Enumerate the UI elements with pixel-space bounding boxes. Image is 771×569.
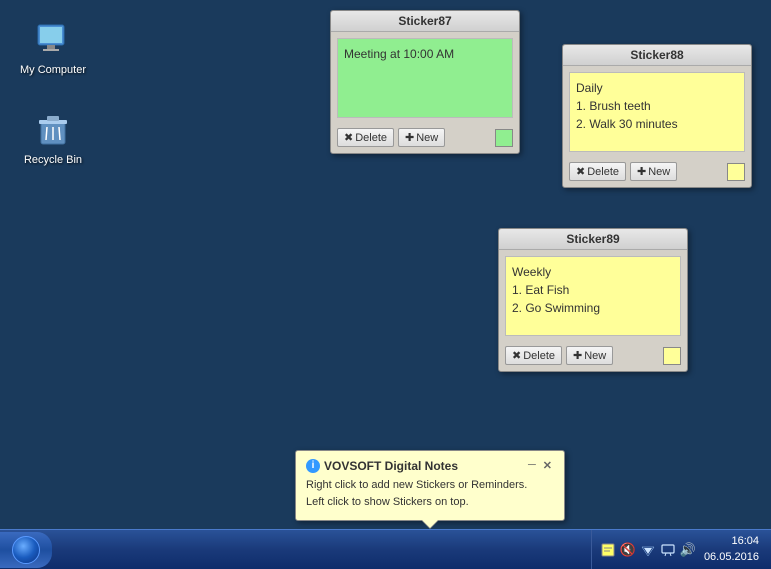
delete-icon: ✖ bbox=[512, 349, 521, 362]
sticker89-delete-button[interactable]: ✖ Delete bbox=[505, 346, 562, 365]
sticker88-delete-button[interactable]: ✖ Delete bbox=[569, 162, 626, 181]
tooltip-body: Right click to add new Stickers or Remin… bbox=[306, 477, 554, 512]
new-label: New bbox=[648, 166, 670, 178]
delete-label: Delete bbox=[587, 166, 619, 178]
clock-time: 16:04 bbox=[704, 534, 759, 549]
sticker89-window: Sticker89 Weekly 1. Eat Fish 2. Go Swimm… bbox=[498, 228, 688, 372]
recycle-bin-image bbox=[33, 110, 73, 150]
volume-icon[interactable]: 🔊 bbox=[680, 542, 696, 558]
tooltip-line2: Left click to show Stickers on top. bbox=[306, 494, 554, 512]
sticker89-text: Weekly 1. Eat Fish 2. Go Swimming bbox=[512, 265, 600, 315]
start-button[interactable] bbox=[0, 532, 52, 568]
delete-label: Delete bbox=[523, 350, 555, 362]
sticker89-new-button[interactable]: ✚ New bbox=[566, 346, 613, 365]
sticker88-footer: ✖ Delete ✚ New bbox=[563, 158, 751, 187]
delete-label: Delete bbox=[355, 132, 387, 144]
sticker89-color-swatch[interactable] bbox=[663, 347, 681, 365]
delete-icon: ✖ bbox=[576, 165, 585, 178]
tooltip-title-text: VOVSOFT Digital Notes bbox=[324, 459, 458, 473]
monitor-icon[interactable] bbox=[660, 542, 676, 558]
sticker89-content-area[interactable]: Weekly 1. Eat Fish 2. Go Swimming bbox=[505, 256, 681, 336]
network-icon[interactable] bbox=[640, 542, 656, 558]
sticker88-content-area[interactable]: Daily 1. Brush teeth 2. Walk 30 minutes bbox=[569, 72, 745, 152]
my-computer-image bbox=[33, 20, 73, 60]
new-label: New bbox=[584, 350, 606, 362]
tooltip-title-left: i VOVSOFT Digital Notes bbox=[306, 459, 458, 473]
new-icon: ✚ bbox=[637, 165, 646, 178]
clock-date: 06.05.2016 bbox=[704, 550, 759, 565]
sticker87-new-button[interactable]: ✚ New bbox=[398, 128, 445, 147]
new-icon: ✚ bbox=[573, 349, 582, 362]
sticker88-title[interactable]: Sticker88 bbox=[563, 45, 751, 66]
info-icon: i bbox=[306, 459, 320, 473]
sticker88-text: Daily 1. Brush teeth 2. Walk 30 minutes bbox=[576, 81, 678, 131]
system-clock[interactable]: 16:04 06.05.2016 bbox=[700, 534, 763, 565]
my-computer-icon[interactable]: My Computer bbox=[18, 20, 88, 76]
tooltip-minimize-icon[interactable]: ─ bbox=[526, 459, 538, 472]
sticker87-window: Sticker87 Meeting at 10:00 AM ✖ Delete ✚… bbox=[330, 10, 520, 154]
new-icon: ✚ bbox=[405, 131, 414, 144]
tooltip-line1: Right click to add new Stickers or Remin… bbox=[306, 477, 554, 495]
taskbar: 🔇 🔊 16:04 06.05.2016 bbox=[0, 529, 771, 569]
tooltip-title-bar: i VOVSOFT Digital Notes ─ ✕ bbox=[306, 459, 554, 473]
tooltip-popup: i VOVSOFT Digital Notes ─ ✕ Right click … bbox=[295, 450, 565, 521]
sticker87-title[interactable]: Sticker87 bbox=[331, 11, 519, 32]
sticker89-footer: ✖ Delete ✚ New bbox=[499, 342, 687, 371]
tooltip-control-icons: ─ ✕ bbox=[526, 459, 554, 472]
system-tray: 🔇 🔊 16:04 06.05.2016 bbox=[591, 530, 771, 569]
recycle-bin-icon[interactable]: Recycle Bin bbox=[18, 110, 88, 166]
sticker87-color-swatch[interactable] bbox=[495, 129, 513, 147]
tooltip-close-icon[interactable]: ✕ bbox=[541, 459, 554, 472]
delete-icon: ✖ bbox=[344, 131, 353, 144]
sticker89-title[interactable]: Sticker89 bbox=[499, 229, 687, 250]
my-computer-label: My Computer bbox=[20, 64, 86, 76]
sticker87-footer: ✖ Delete ✚ New bbox=[331, 124, 519, 153]
sticker88-window: Sticker88 Daily 1. Brush teeth 2. Walk 3… bbox=[562, 44, 752, 188]
sticker88-new-button[interactable]: ✚ New bbox=[630, 162, 677, 181]
windows-orb bbox=[12, 536, 40, 564]
sound-icon[interactable]: 🔇 bbox=[620, 542, 636, 558]
sticker87-content-area[interactable]: Meeting at 10:00 AM bbox=[337, 38, 513, 118]
sticker87-text: Meeting at 10:00 AM bbox=[344, 47, 454, 61]
sticker88-color-swatch[interactable] bbox=[727, 163, 745, 181]
sticker87-delete-button[interactable]: ✖ Delete bbox=[337, 128, 394, 147]
notes-tray-icon[interactable] bbox=[600, 542, 616, 558]
new-label: New bbox=[416, 132, 438, 144]
recycle-bin-label: Recycle Bin bbox=[24, 154, 82, 166]
